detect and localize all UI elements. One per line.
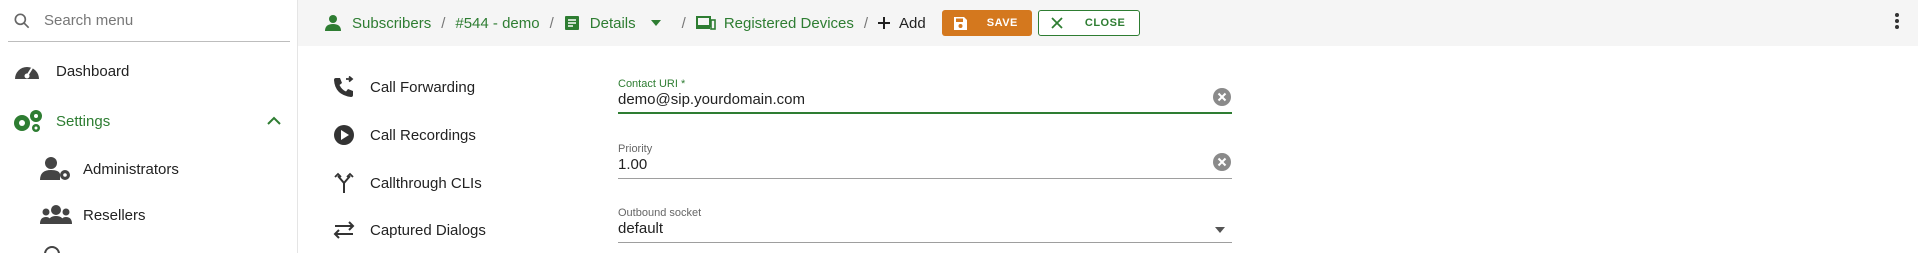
group-icon [40, 204, 72, 226]
submenu-label: Call Forwarding [370, 78, 476, 96]
close-icon [1051, 17, 1063, 29]
merge-icon [332, 172, 356, 194]
breadcrumb-separator: / [681, 14, 686, 32]
submenu-item-captured-dialogs[interactable]: Captured Dialogs [332, 220, 486, 240]
call-forward-icon [332, 76, 356, 98]
contact-uri-label: Contact URI * [618, 78, 1232, 90]
sidebar-item-settings[interactable]: Settings [12, 108, 282, 134]
outbound-socket-value[interactable]: default [618, 220, 1232, 237]
caret-down-icon[interactable] [650, 19, 662, 27]
admin-user-icon [40, 156, 72, 182]
outbound-socket-label: Outbound socket [618, 207, 702, 219]
swap-arrows-icon [332, 220, 356, 240]
breadcrumb-registered-devices[interactable]: Registered Devices [695, 14, 854, 32]
breadcrumb-subscribers[interactable]: Subscribers [324, 14, 431, 32]
field-underline [618, 112, 1232, 114]
sidebar-item-resellers[interactable]: Resellers [40, 204, 146, 226]
sidebar-item-label: Settings [56, 112, 111, 130]
more-vert-icon[interactable] [1894, 12, 1900, 33]
submenu-label: Call Recordings [370, 126, 476, 144]
outbound-socket-select[interactable]: Outbound socket default [618, 207, 1232, 243]
breadcrumb-separator: / [863, 14, 869, 32]
priority-label: Priority [618, 143, 653, 155]
save-label: SAVE [986, 17, 1018, 29]
contact-uri-field[interactable]: Contact URI * demo@sip.yourdomain.com [618, 78, 1232, 114]
sidebar: Search menu Dashboard Settings Administr… [0, 0, 298, 253]
close-button[interactable]: CLOSE [1037, 10, 1141, 36]
breadcrumb-label: Subscribers [352, 14, 432, 32]
breadcrumb-separator: / [441, 14, 446, 32]
partial-icon [44, 246, 60, 253]
priority-field[interactable]: Priority 1.00 [618, 143, 1232, 179]
sidebar-item-administrators[interactable]: Administrators [40, 156, 179, 182]
required-mark: * [680, 78, 686, 90]
breadcrumb-subscriber[interactable]: #544 - demo [455, 15, 539, 32]
speedometer-icon [12, 60, 42, 82]
document-icon [564, 16, 579, 30]
field-underline [618, 178, 1232, 179]
submenu-item-call-recordings[interactable]: Call Recordings [332, 124, 476, 146]
breadcrumb-label: #544 - demo [455, 14, 540, 32]
breadcrumb-label: Registered Devices [723, 14, 854, 32]
devices-icon [695, 16, 716, 30]
save-button[interactable]: SAVE [941, 10, 1032, 36]
sidebar-item-label: Resellers [83, 206, 146, 224]
sidebar-item-label: Administrators [83, 160, 179, 178]
sidebar-item-dashboard[interactable]: Dashboard [12, 60, 129, 82]
search-placeholder: Search menu [44, 12, 134, 29]
toolbar: Subscribers / #544 - demo / Details / Re… [298, 0, 1918, 46]
search-input[interactable]: Search menu [8, 0, 290, 42]
breadcrumb-label: Add [899, 14, 926, 32]
caret-down-icon[interactable] [1214, 221, 1226, 237]
field-underline [618, 242, 1232, 243]
clear-icon[interactable] [1212, 87, 1232, 110]
contact-uri-value[interactable]: demo@sip.yourdomain.com [618, 91, 1232, 108]
breadcrumb-details[interactable]: Details [564, 15, 662, 32]
breadcrumb-separator: / [549, 14, 554, 32]
play-circle-icon [332, 124, 356, 146]
breadcrumb-label: Details [589, 14, 636, 32]
priority-value[interactable]: 1.00 [618, 156, 1232, 173]
submenu-label: Callthrough CLIs [370, 174, 482, 192]
close-label: CLOSE [1084, 17, 1126, 29]
main-content: Call Forwarding Call Recordings Callthro… [298, 46, 1918, 253]
person-icon [325, 15, 341, 31]
clear-icon[interactable] [1212, 152, 1232, 175]
breadcrumb-add: Add [878, 15, 926, 32]
submenu-label: Captured Dialogs [370, 221, 486, 239]
floppy-icon [953, 16, 967, 30]
submenu-item-call-forwarding[interactable]: Call Forwarding [332, 76, 475, 98]
cogs-icon [12, 108, 44, 134]
submenu-item-callthrough-clis[interactable]: Callthrough CLIs [332, 172, 482, 194]
contact-uri-label-text: Contact URI [618, 78, 678, 90]
chevron-up-icon[interactable] [266, 113, 282, 130]
plus-icon [878, 17, 891, 29]
sidebar-item-label: Dashboard [56, 62, 130, 80]
search-icon [14, 13, 30, 28]
